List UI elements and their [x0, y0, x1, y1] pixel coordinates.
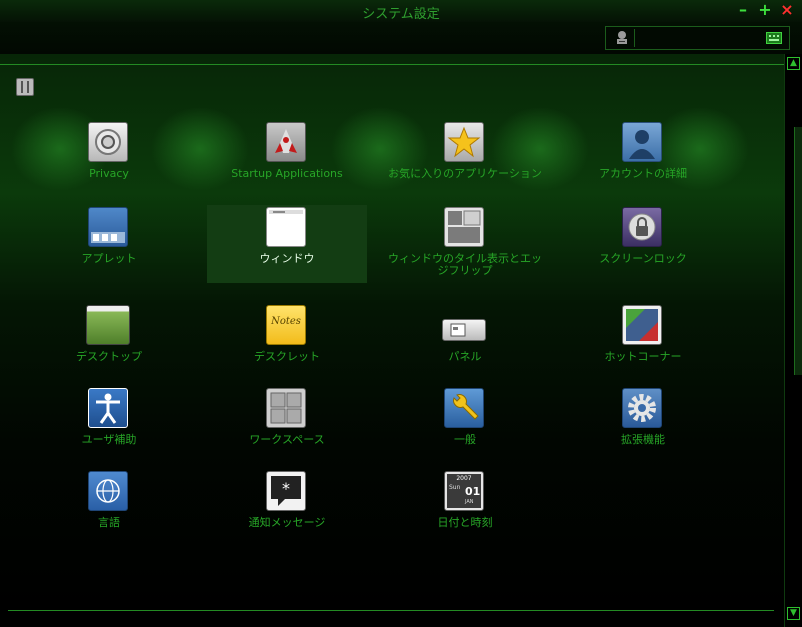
- wrench-icon: [444, 388, 484, 428]
- calendar-weekday: Sun: [449, 484, 461, 491]
- calendar-year: 2007: [456, 475, 472, 482]
- search-input[interactable]: [638, 29, 762, 47]
- accessibility-icon: [88, 388, 128, 428]
- search-separator: [634, 29, 635, 47]
- keyboard-icon[interactable]: [766, 32, 782, 44]
- settings-item-windows[interactable]: ウィンドウ: [207, 205, 367, 283]
- settings-item-label: デスクレット: [254, 350, 320, 363]
- settings-item-label: ウィンドウのタイル表示とエッジフリップ: [388, 252, 542, 277]
- settings-item-label: ウィンドウ: [259, 252, 315, 265]
- window-tiling-icon: [444, 207, 484, 247]
- hot-corner-icon: [622, 305, 662, 345]
- desklet-note-text: Notes: [271, 316, 301, 327]
- settings-item-label: お気に入りのアプリケーション: [388, 168, 542, 180]
- settings-item-screen-lock[interactable]: スクリーンロック: [563, 205, 723, 283]
- settings-item-language[interactable]: 言語: [29, 469, 189, 547]
- settings-item-label: 言語: [98, 516, 120, 529]
- settings-item-label: 通知メッセージ: [248, 516, 326, 529]
- settings-item-extensions[interactable]: 拡張機能: [563, 386, 723, 464]
- scrollbar-thumb[interactable]: [794, 127, 802, 375]
- settings-item-label: パネル: [448, 350, 482, 363]
- desklet-note-icon: Notes: [266, 305, 306, 345]
- settings-item-label: Startup Applications: [231, 167, 343, 180]
- top-divider: [0, 64, 784, 65]
- settings-item-label: ワークスペース: [249, 433, 325, 446]
- settings-item-label: アカウントの詳細: [599, 167, 687, 180]
- toolbar: [0, 22, 802, 54]
- window-icon: [266, 207, 306, 247]
- settings-item-label: アプレット: [81, 252, 137, 265]
- settings-item-desklets[interactable]: Notes デスクレット: [207, 303, 367, 381]
- settings-item-label: 拡張機能: [621, 433, 665, 446]
- settings-item-applets[interactable]: アプレット: [29, 205, 189, 283]
- title-bar: システム設定 – + ×: [0, 0, 802, 23]
- globe-icon: [88, 471, 128, 511]
- search-box[interactable]: [605, 26, 790, 50]
- maximize-button[interactable]: +: [757, 1, 773, 19]
- settings-item-panel[interactable]: パネル: [385, 303, 545, 381]
- calendar-date: 01: [465, 485, 481, 498]
- desktop-icon: [86, 305, 130, 345]
- favorite-star-icon: [444, 122, 484, 162]
- scroll-down-button[interactable]: ▼: [787, 607, 800, 620]
- settings-item-privacy[interactable]: Privacy: [29, 120, 189, 198]
- startup-rocket-icon: [266, 122, 306, 162]
- settings-item-workspaces[interactable]: ワークスペース: [207, 386, 367, 464]
- settings-item-label: スクリーンロック: [599, 252, 687, 265]
- settings-item-window-tiling[interactable]: ウィンドウのタイル表示とエッジフリップ: [385, 205, 545, 283]
- account-icon: [622, 122, 662, 162]
- settings-item-label: 日付と時刻: [437, 516, 493, 529]
- settings-item-label: 一般: [454, 433, 476, 446]
- settings-item-notifications[interactable]: * 通知メッセージ: [207, 469, 367, 547]
- vertical-scrollbar[interactable]: ▲ ▼: [784, 54, 802, 627]
- settings-item-label: ユーザ補助: [81, 433, 137, 446]
- scroll-up-button[interactable]: ▲: [787, 57, 800, 70]
- settings-item-label: ホットコーナー: [604, 350, 682, 363]
- calendar-month: JAN: [465, 499, 474, 505]
- settings-item-hot-corners[interactable]: ホットコーナー: [563, 303, 723, 381]
- settings-item-startup-applications[interactable]: Startup Applications: [207, 120, 367, 198]
- window-title: システム設定: [362, 7, 440, 22]
- calendar-clock-icon: 2007 Sun 01 JAN: [444, 471, 484, 511]
- settings-item-label: デスクトップ: [76, 350, 142, 363]
- settings-item-label: Privacy: [89, 167, 129, 180]
- search-icon: [617, 31, 627, 44]
- lock-icon: [622, 207, 662, 247]
- applet-icon: [88, 207, 128, 247]
- privacy-icon: [88, 122, 128, 162]
- settings-item-account-details[interactable]: アカウントの詳細: [563, 120, 723, 198]
- settings-item-accessibility[interactable]: ユーザ補助: [29, 386, 189, 464]
- workspace-icon: [266, 388, 306, 428]
- notification-icon: *: [266, 471, 306, 511]
- settings-grid: Privacy Startup Applications お気に入りのアプリケー…: [0, 54, 784, 611]
- preferences-icon: [16, 78, 34, 96]
- bottom-divider: [8, 610, 774, 611]
- gear-icon: [622, 388, 662, 428]
- settings-item-general[interactable]: 一般: [385, 386, 545, 464]
- settings-item-date-time[interactable]: 2007 Sun 01 JAN 日付と時刻: [385, 469, 545, 547]
- settings-item-favorite-apps[interactable]: お気に入りのアプリケーション: [385, 120, 545, 198]
- svg-text:*: *: [282, 479, 290, 498]
- minimize-button[interactable]: –: [735, 1, 751, 19]
- close-button[interactable]: ×: [779, 1, 795, 19]
- settings-item-desktop[interactable]: デスクトップ: [29, 303, 189, 381]
- panel-icon: [442, 319, 486, 341]
